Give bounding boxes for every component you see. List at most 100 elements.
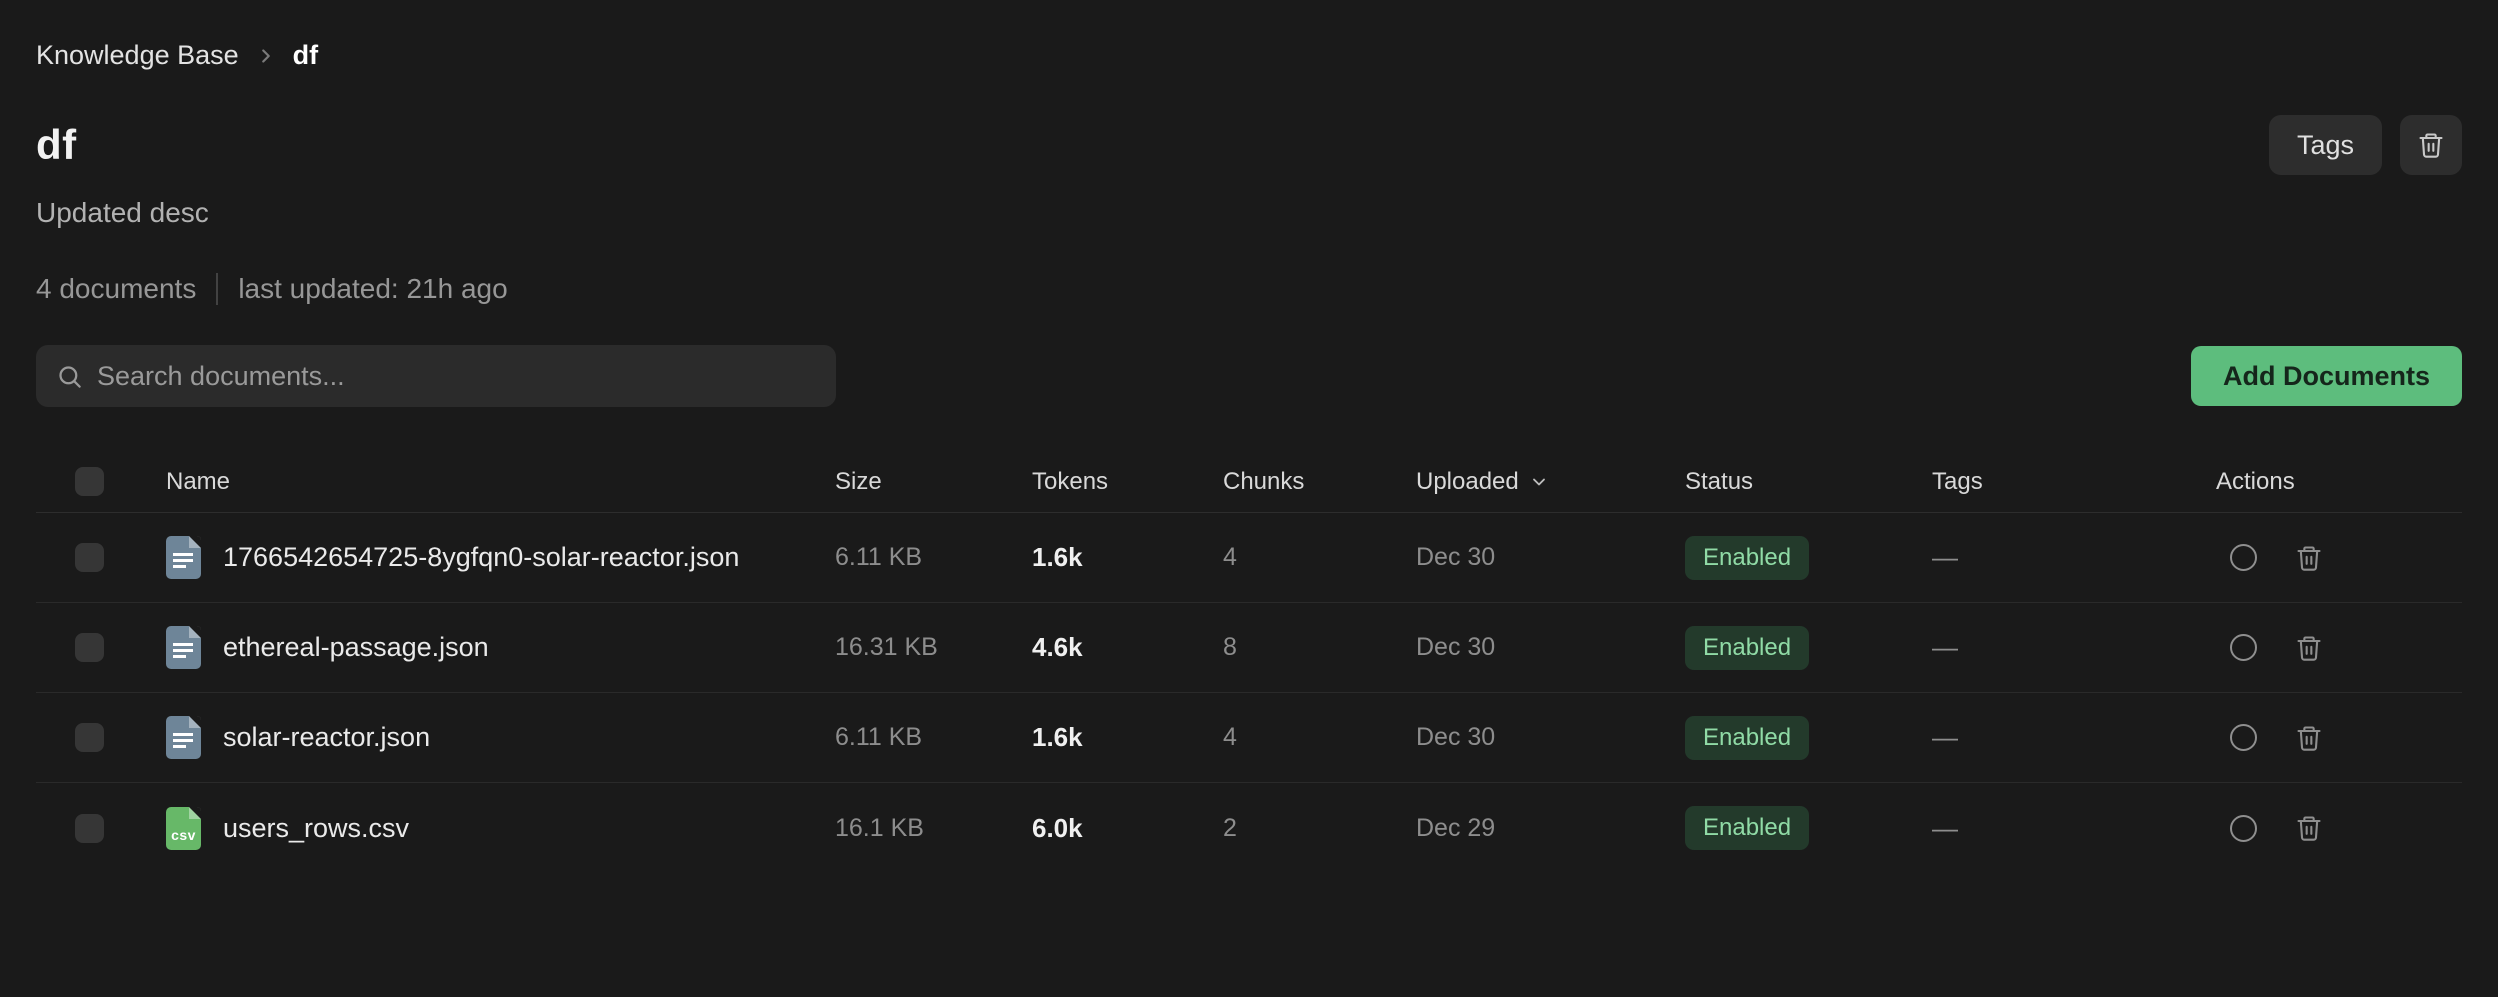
row-checkbox-cell bbox=[36, 633, 166, 662]
table-row: 1766542654725-8ygfqn0-solar-reactor.json… bbox=[36, 513, 2462, 603]
actions-cell bbox=[2216, 814, 2462, 842]
add-documents-button[interactable]: Add Documents bbox=[2191, 346, 2462, 406]
uploaded-value: Dec 30 bbox=[1416, 633, 1685, 662]
tokens-value: 1.6k bbox=[1032, 722, 1223, 753]
document-name: ethereal-passage.json bbox=[223, 632, 489, 663]
csv-file-icon: csv bbox=[166, 807, 201, 850]
row-checkbox-cell bbox=[36, 814, 166, 843]
uploaded-value: Dec 30 bbox=[1416, 723, 1685, 752]
row-checkbox[interactable] bbox=[75, 633, 104, 662]
search-input[interactable] bbox=[97, 361, 816, 392]
toolbar: Add Documents bbox=[36, 345, 2462, 407]
page-title: df bbox=[36, 121, 77, 169]
uploaded-value: Dec 29 bbox=[1416, 814, 1685, 843]
chunks-value: 2 bbox=[1223, 814, 1416, 843]
trash-icon bbox=[2295, 634, 2323, 662]
toggle-status-icon[interactable] bbox=[2230, 544, 2257, 571]
trash-icon bbox=[2295, 724, 2323, 752]
actions-cell bbox=[2216, 544, 2462, 572]
document-name: solar-reactor.json bbox=[223, 722, 430, 753]
document-count: 4 documents bbox=[36, 273, 196, 305]
column-header-status[interactable]: Status bbox=[1685, 468, 1932, 496]
column-header-size[interactable]: Size bbox=[835, 468, 1032, 496]
status-badge: Enabled bbox=[1685, 626, 1809, 670]
last-updated: last updated: 21h ago bbox=[238, 273, 507, 305]
column-header-tags[interactable]: Tags bbox=[1932, 468, 2216, 496]
chunks-value: 4 bbox=[1223, 543, 1416, 572]
title-row: df Tags bbox=[36, 115, 2462, 175]
json-file-icon bbox=[166, 626, 201, 669]
table-row: csv users_rows.csv 16.1 KB 6.0k 2 Dec 29… bbox=[36, 783, 2462, 873]
tokens-value: 6.0k bbox=[1032, 813, 1223, 844]
column-header-uploaded[interactable]: Uploaded bbox=[1416, 468, 1685, 496]
size-value: 6.11 KB bbox=[835, 723, 1032, 752]
tags-value: — bbox=[1932, 813, 2216, 844]
status-cell: Enabled bbox=[1685, 716, 1932, 760]
document-lines-glyph bbox=[173, 553, 193, 569]
breadcrumb: Knowledge Base df bbox=[36, 40, 2462, 71]
document-name-cell[interactable]: ethereal-passage.json bbox=[166, 626, 835, 669]
size-value: 16.1 KB bbox=[835, 814, 1032, 843]
row-checkbox-cell bbox=[36, 543, 166, 572]
delete-document-button[interactable] bbox=[2295, 814, 2323, 842]
document-lines-glyph bbox=[173, 643, 193, 659]
kb-meta: 4 documents last updated: 21h ago bbox=[36, 273, 2462, 305]
table-row: ethereal-passage.json 16.31 KB 4.6k 8 De… bbox=[36, 603, 2462, 693]
tokens-value: 1.6k bbox=[1032, 542, 1223, 573]
tags-value: — bbox=[1932, 632, 2216, 663]
delete-document-button[interactable] bbox=[2295, 544, 2323, 572]
document-lines-glyph bbox=[173, 733, 193, 749]
uploaded-label: Uploaded bbox=[1416, 468, 1519, 496]
toggle-status-icon[interactable] bbox=[2230, 724, 2257, 751]
header-checkbox-cell bbox=[36, 467, 166, 496]
toggle-status-icon[interactable] bbox=[2230, 815, 2257, 842]
column-header-chunks[interactable]: Chunks bbox=[1223, 468, 1416, 496]
document-name-cell[interactable]: csv users_rows.csv bbox=[166, 807, 835, 850]
document-name: 1766542654725-8ygfqn0-solar-reactor.json bbox=[223, 542, 739, 573]
column-header-actions: Actions bbox=[2216, 468, 2462, 496]
tags-value: — bbox=[1932, 722, 2216, 753]
column-header-tokens[interactable]: Tokens bbox=[1032, 468, 1223, 496]
table-row: solar-reactor.json 6.11 KB 1.6k 4 Dec 30… bbox=[36, 693, 2462, 783]
status-badge: Enabled bbox=[1685, 716, 1809, 760]
json-file-icon bbox=[166, 716, 201, 759]
tokens-value: 4.6k bbox=[1032, 632, 1223, 663]
row-checkbox[interactable] bbox=[75, 814, 104, 843]
size-value: 6.11 KB bbox=[835, 543, 1032, 572]
actions-cell bbox=[2216, 634, 2462, 662]
status-cell: Enabled bbox=[1685, 626, 1932, 670]
column-header-name[interactable]: Name bbox=[166, 468, 835, 496]
trash-icon bbox=[2295, 814, 2323, 842]
row-checkbox-cell bbox=[36, 723, 166, 752]
chunks-value: 8 bbox=[1223, 633, 1416, 662]
document-name-cell[interactable]: solar-reactor.json bbox=[166, 716, 835, 759]
sort-chevron-down-icon bbox=[1529, 472, 1549, 492]
search-icon bbox=[56, 363, 83, 390]
page: Knowledge Base df df Tags Updated desc 4… bbox=[0, 0, 2498, 997]
row-checkbox[interactable] bbox=[75, 543, 104, 572]
delete-document-button[interactable] bbox=[2295, 724, 2323, 752]
search-box[interactable] bbox=[36, 345, 836, 407]
uploaded-value: Dec 30 bbox=[1416, 543, 1685, 572]
chunks-value: 4 bbox=[1223, 723, 1416, 752]
tags-value: — bbox=[1932, 542, 2216, 573]
document-name: users_rows.csv bbox=[223, 813, 409, 844]
title-actions: Tags bbox=[2269, 115, 2462, 175]
delete-document-button[interactable] bbox=[2295, 634, 2323, 662]
tags-button[interactable]: Tags bbox=[2269, 115, 2382, 175]
trash-icon bbox=[2417, 131, 2445, 159]
row-checkbox[interactable] bbox=[75, 723, 104, 752]
delete-knowledge-base-button[interactable] bbox=[2400, 115, 2462, 175]
breadcrumb-knowledge-base-link[interactable]: Knowledge Base bbox=[36, 40, 239, 71]
table-header-row: Name Size Tokens Chunks Uploaded Status … bbox=[36, 451, 2462, 513]
size-value: 16.31 KB bbox=[835, 633, 1032, 662]
document-name-cell[interactable]: 1766542654725-8ygfqn0-solar-reactor.json bbox=[166, 536, 835, 579]
select-all-checkbox[interactable] bbox=[75, 467, 104, 496]
json-file-icon bbox=[166, 536, 201, 579]
breadcrumb-current: df bbox=[293, 40, 318, 71]
meta-divider bbox=[216, 273, 218, 305]
kb-description: Updated desc bbox=[36, 197, 2462, 229]
trash-icon bbox=[2295, 544, 2323, 572]
status-cell: Enabled bbox=[1685, 806, 1932, 850]
toggle-status-icon[interactable] bbox=[2230, 634, 2257, 661]
